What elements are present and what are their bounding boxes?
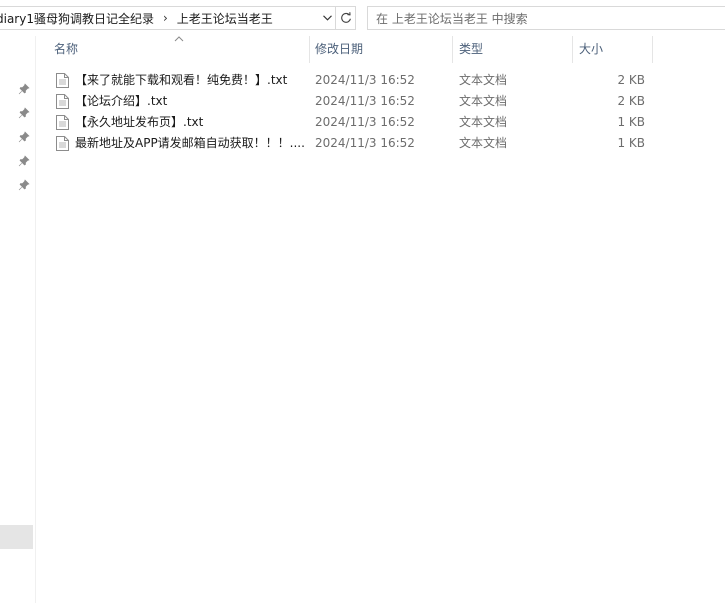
pin-icon[interactable] xyxy=(18,107,30,119)
column-header-date[interactable]: 修改日期 xyxy=(309,36,453,63)
breadcrumb-separator[interactable]: › xyxy=(158,11,173,25)
file-row[interactable]: 【永久地址发布页】.txt 2024/11/3 16:52 文本文档 1 KB xyxy=(36,112,656,133)
pin-icon[interactable] xyxy=(18,179,30,191)
text-file-icon xyxy=(56,94,69,109)
address-bar[interactable]: diary1骚母狗调教日记全纪录 › 上老王论坛当老王 xyxy=(0,6,336,30)
search-input[interactable]: 在 上老王论坛当老王 中搜索 xyxy=(367,6,725,30)
pin-icon[interactable] xyxy=(18,155,30,167)
column-header-type[interactable]: 类型 xyxy=(453,36,573,63)
column-headers: 名称 修改日期 类型 大小 xyxy=(36,36,725,63)
breadcrumb-current[interactable]: 上老王论坛当老王 xyxy=(173,10,277,27)
breadcrumb-parent[interactable]: diary1骚母狗调教日记全纪录 xyxy=(0,10,158,27)
address-toolbar: diary1骚母狗调教日记全纪录 › 上老王论坛当老王 在 上老王论坛当老王 中… xyxy=(0,0,725,36)
file-date: 2024/11/3 16:52 xyxy=(315,136,415,150)
text-file-icon xyxy=(56,136,69,151)
text-file-icon xyxy=(56,73,69,88)
chevron-down-icon xyxy=(322,15,332,21)
file-date: 2024/11/3 16:52 xyxy=(315,115,415,129)
refresh-button[interactable] xyxy=(336,6,356,30)
file-date: 2024/11/3 16:52 xyxy=(315,73,415,87)
file-size: 1 KB xyxy=(617,115,645,129)
file-size: 2 KB xyxy=(617,73,645,87)
file-name: 【永久地址发布页】.txt xyxy=(75,115,204,129)
file-row[interactable]: 【论坛介绍】.txt 2024/11/3 16:52 文本文档 2 KB xyxy=(36,91,656,112)
file-type: 文本文档 xyxy=(459,94,508,108)
file-name: 【论坛介绍】.txt xyxy=(75,94,168,108)
column-header-name[interactable]: 名称 xyxy=(48,36,310,63)
column-header-size[interactable]: 大小 xyxy=(573,36,653,63)
pin-icon[interactable] xyxy=(18,131,30,143)
text-file-icon xyxy=(56,115,69,130)
file-type: 文本文档 xyxy=(459,136,508,150)
file-name: 最新地址及APP请发邮箱自动获取！！！.... xyxy=(75,136,305,150)
file-row[interactable]: 【来了就能下载和观看！纯免费！】.txt 2024/11/3 16:52 文本文… xyxy=(36,70,656,91)
file-size: 2 KB xyxy=(617,94,645,108)
navigation-pane xyxy=(0,36,36,603)
file-date: 2024/11/3 16:52 xyxy=(315,94,415,108)
refresh-icon xyxy=(340,12,351,23)
nav-item-selected[interactable] xyxy=(0,525,33,549)
pin-icon[interactable] xyxy=(18,83,30,95)
file-row[interactable]: 最新地址及APP请发邮箱自动获取！！！.... 2024/11/3 16:52 … xyxy=(36,133,656,154)
file-name: 【来了就能下载和观看！纯免费！】.txt xyxy=(75,73,288,87)
file-type: 文本文档 xyxy=(459,73,508,87)
address-history-button[interactable] xyxy=(318,6,336,30)
file-type: 文本文档 xyxy=(459,115,508,129)
file-size: 1 KB xyxy=(617,136,645,150)
